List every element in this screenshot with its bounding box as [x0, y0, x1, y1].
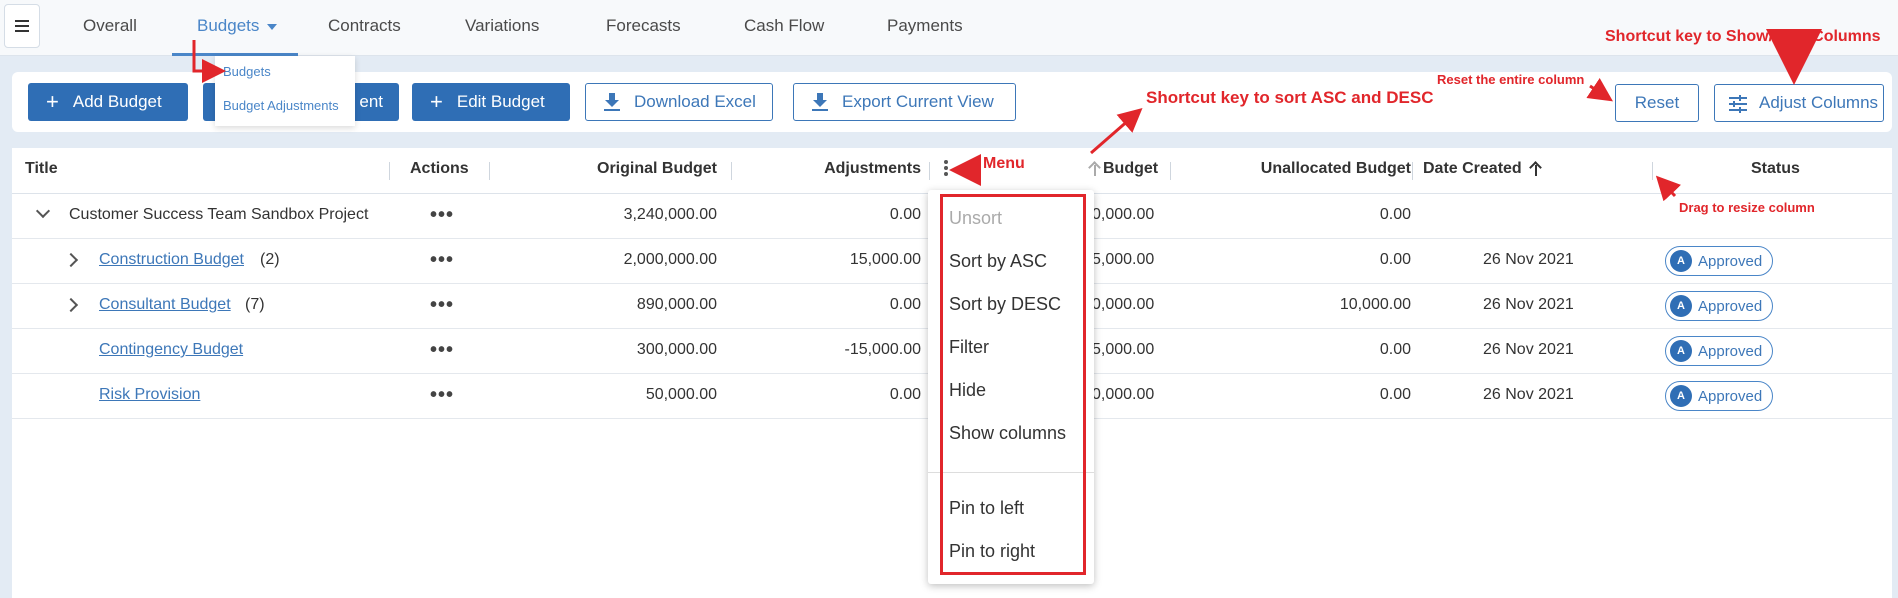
- annotation-arrows: [192, 29, 1822, 202]
